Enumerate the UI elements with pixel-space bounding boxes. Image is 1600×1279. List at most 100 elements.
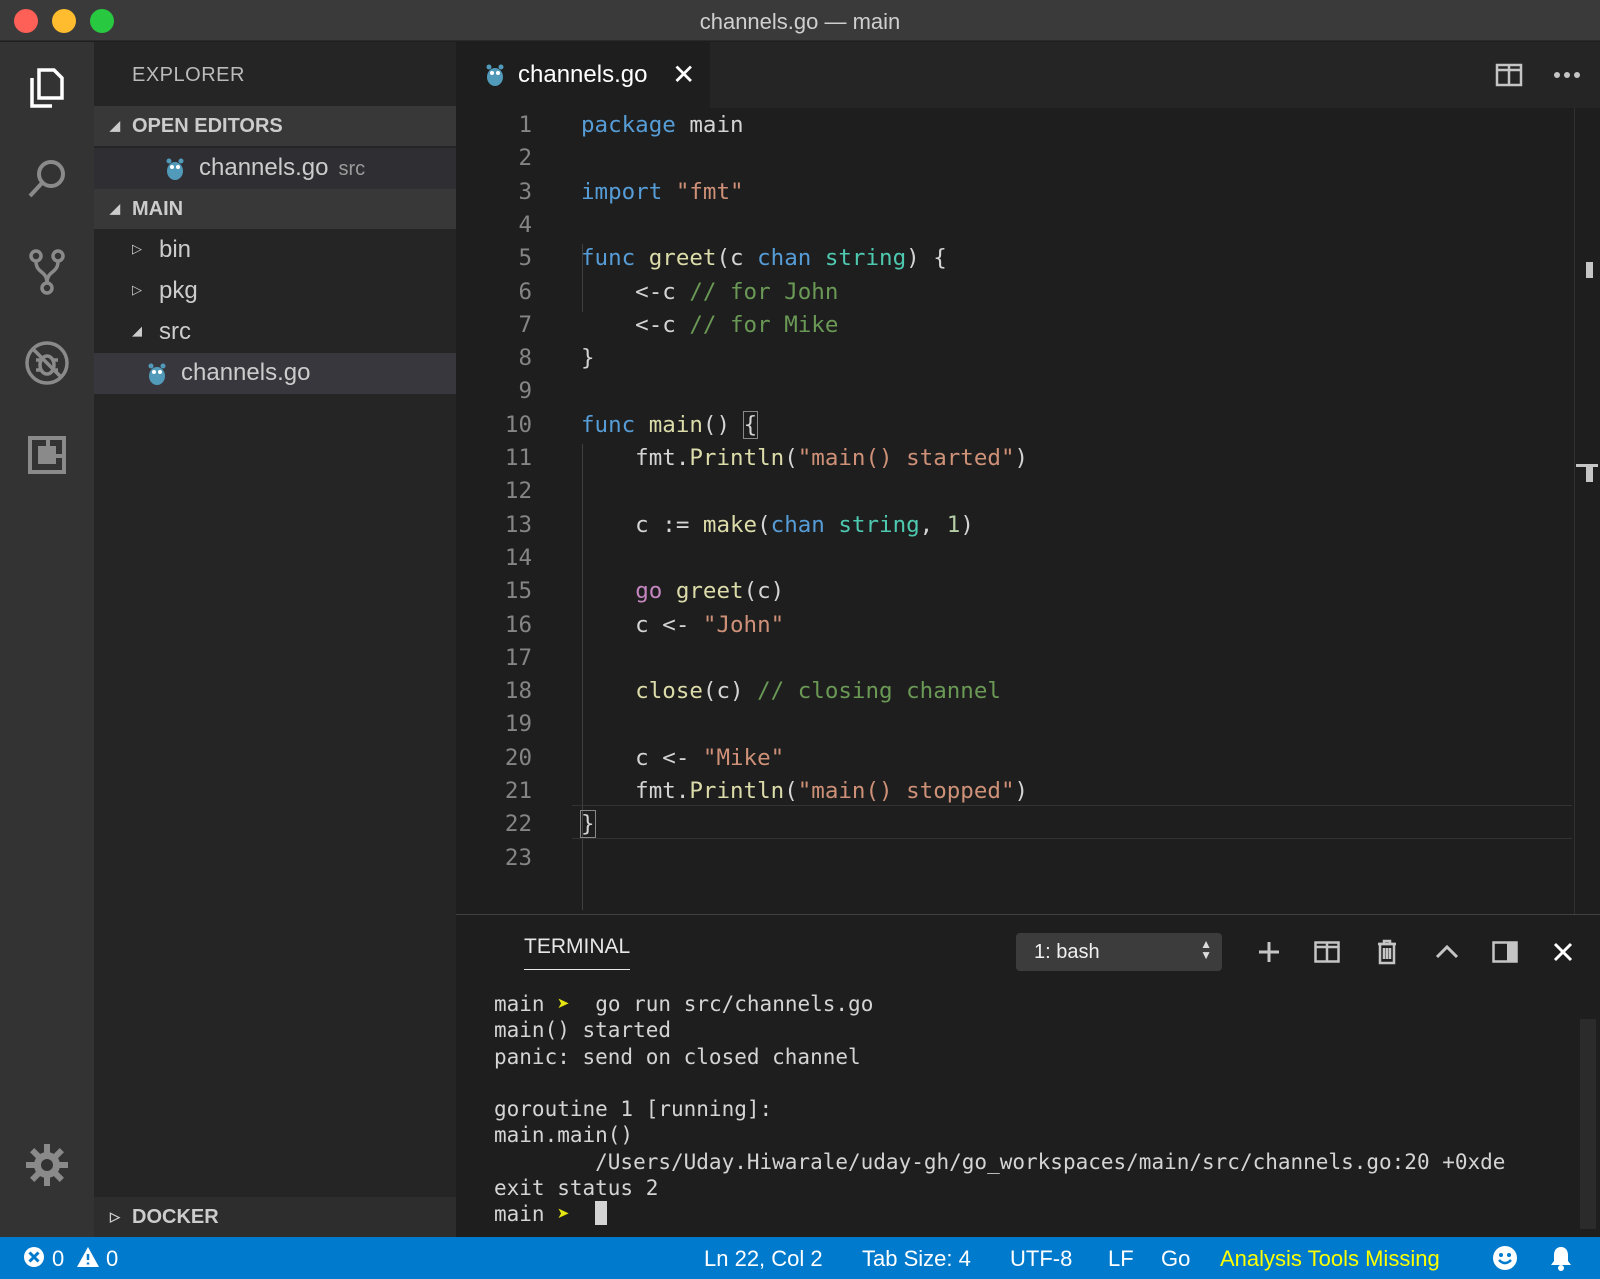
code-line[interactable]: 23 xyxy=(456,841,1600,875)
split-editor-icon[interactable] xyxy=(1492,60,1526,90)
tree-folder-bin[interactable]: ▷ bin xyxy=(94,230,456,271)
tab-close-icon[interactable]: ✕ xyxy=(672,58,695,91)
line-number: 21 xyxy=(504,778,532,804)
line-number: 8 xyxy=(518,345,532,372)
code-line[interactable]: 8} xyxy=(456,341,1600,375)
end-of-line[interactable]: LF xyxy=(1108,1246,1134,1272)
tab-size[interactable]: Tab Size: 4 xyxy=(862,1246,971,1272)
main-folder-header[interactable]: ◢ MAIN xyxy=(94,189,456,229)
error-count[interactable]: 0 xyxy=(52,1246,64,1272)
tab-terminal[interactable]: TERMINAL xyxy=(524,935,631,970)
code-line[interactable]: 17 xyxy=(456,641,1600,675)
code-line[interactable]: 11 fmt.Println("main() started") xyxy=(456,441,1600,475)
trash-icon[interactable] xyxy=(1370,935,1404,969)
docker-section-header[interactable]: ▷ DOCKER xyxy=(94,1197,456,1237)
terminal-line: goroutine 1 [running]: xyxy=(494,1097,773,1122)
code-line[interactable]: 13 c := make(chan string, 1) xyxy=(456,508,1600,542)
code-line[interactable]: 5 func greet(c chan string) { xyxy=(456,241,1600,275)
line-number: 3 xyxy=(518,178,532,205)
code-text: <-c // for John xyxy=(581,278,839,305)
window-title: channels.go — main xyxy=(699,9,901,34)
notification-bell-icon[interactable] xyxy=(1548,1245,1574,1277)
terminal-line: main.main() xyxy=(494,1123,634,1148)
tree-folder-src[interactable]: ◢ src xyxy=(94,312,456,353)
terminal-line: exit status 2 xyxy=(494,1176,659,1201)
extensions-icon[interactable] xyxy=(20,428,74,482)
code-line[interactable]: 22} xyxy=(456,807,1600,841)
smiley-feedback-icon[interactable] xyxy=(1492,1245,1518,1277)
file-encoding[interactable]: UTF-8 xyxy=(1010,1246,1072,1272)
gear-icon[interactable] xyxy=(20,1138,74,1192)
code-line[interactable]: 14 xyxy=(456,541,1600,575)
terminal-output[interactable]: main ➤ go run src/channels.go main() sta… xyxy=(494,991,1505,1228)
code-line[interactable]: 15 go greet(c) xyxy=(456,574,1600,608)
warning-count[interactable]: 0 xyxy=(106,1246,118,1272)
code-text: go greet(c) xyxy=(635,578,785,605)
line-number: 2 xyxy=(518,145,532,172)
line-number: 5 xyxy=(518,245,532,272)
code-line[interactable]: 3 import "fmt" xyxy=(456,175,1600,209)
expanded-triangle-icon: ◢ xyxy=(110,201,120,216)
line-number: 10 xyxy=(504,411,532,438)
line-number: 13 xyxy=(504,511,532,538)
line-number: 12 xyxy=(504,478,532,505)
split-terminal-icon[interactable] xyxy=(1310,935,1344,969)
code-line[interactable]: 18 close(c) // closing channel xyxy=(456,674,1600,708)
code-line[interactable]: 6 <-c // for John xyxy=(456,275,1600,309)
code-text: c <- "John" xyxy=(581,611,785,638)
code-line[interactable]: 7 <-c // for Mike xyxy=(456,308,1600,342)
terminal-command-line: main ➤ go run src/channels.go xyxy=(494,992,874,1016)
open-editor-name: channels.go src xyxy=(199,154,366,181)
close-panel-icon[interactable] xyxy=(1546,935,1580,969)
tab-channels-go[interactable]: channels.go ✕ xyxy=(456,42,710,108)
search-icon[interactable] xyxy=(20,152,74,206)
code-text: import "fmt" xyxy=(581,178,744,205)
editor-tab-bar: channels.go ✕ xyxy=(456,42,1600,108)
code-line[interactable]: 4 xyxy=(456,208,1600,242)
more-actions-icon[interactable] xyxy=(1550,60,1584,90)
line-number: 11 xyxy=(504,445,532,471)
code-line[interactable]: 2 xyxy=(456,141,1600,175)
terminal-select[interactable]: 1: bash ▲ ▼ xyxy=(1016,933,1222,971)
line-number: 1 xyxy=(518,112,532,138)
code-line[interactable]: 10 func main() { xyxy=(456,408,1600,442)
code-line[interactable]: 12 xyxy=(456,474,1600,508)
maximize-panel-icon[interactable] xyxy=(1430,935,1464,969)
expanded-triangle-icon: ◢ xyxy=(110,118,120,133)
line-number: 16 xyxy=(504,611,532,638)
language-mode[interactable]: Go xyxy=(1161,1246,1190,1272)
tree-folder-pkg[interactable]: ▷ pkg xyxy=(94,271,456,312)
code-line[interactable]: 20 c <- "Mike" xyxy=(456,741,1600,775)
line-number: 23 xyxy=(504,844,532,871)
debug-icon[interactable] xyxy=(20,336,74,390)
code-editor[interactable]: 1 package main 2 3 import "fmt" 4 5 func greet(… xyxy=(456,108,1600,914)
new-terminal-icon[interactable] xyxy=(1252,935,1286,969)
code-line[interactable]: 21 fmt.Println("main() stopped") xyxy=(456,774,1600,808)
warning-icon[interactable] xyxy=(76,1245,100,1275)
toggle-panel-position-icon[interactable] xyxy=(1488,935,1522,969)
source-control-icon[interactable] xyxy=(20,244,74,298)
code-text: package main xyxy=(581,112,744,138)
code-text: func greet(c chan string) { xyxy=(581,245,947,272)
terminal-scrollbar[interactable] xyxy=(1580,1019,1596,1229)
tree-file-channels-go[interactable]: channels.go xyxy=(94,353,456,394)
cursor-position[interactable]: Ln 22, Col 2 xyxy=(704,1246,823,1272)
code-line[interactable]: 1 package main xyxy=(456,108,1600,142)
terminal-line: /Users/Uday.Hiwarale/uday-gh/go_workspac… xyxy=(494,1149,1506,1174)
explorer-icon[interactable] xyxy=(20,60,74,114)
code-line[interactable]: 9 xyxy=(456,374,1600,408)
line-number: 9 xyxy=(518,378,532,405)
code-text: func main() { xyxy=(581,410,759,439)
line-number: 19 xyxy=(504,711,532,738)
error-icon[interactable] xyxy=(22,1245,46,1275)
terminal-panel: TERMINAL 1: bash ▲ ▼ main ➤ go run src/ch… xyxy=(456,914,1600,1237)
code-text: fmt.Println("main() started") xyxy=(581,445,1029,471)
code-line[interactable]: 19 xyxy=(456,707,1600,741)
analysis-tools-warning[interactable]: Analysis Tools Missing xyxy=(1220,1246,1440,1272)
open-editors-header[interactable]: ◢ OPEN EDITORS xyxy=(94,106,456,146)
code-line[interactable]: 16 c <- "John" xyxy=(456,608,1600,642)
terminal-line: main() started xyxy=(494,1018,672,1043)
tab-label: channels.go xyxy=(518,61,648,88)
open-editor-item[interactable]: channels.go src xyxy=(94,148,456,189)
